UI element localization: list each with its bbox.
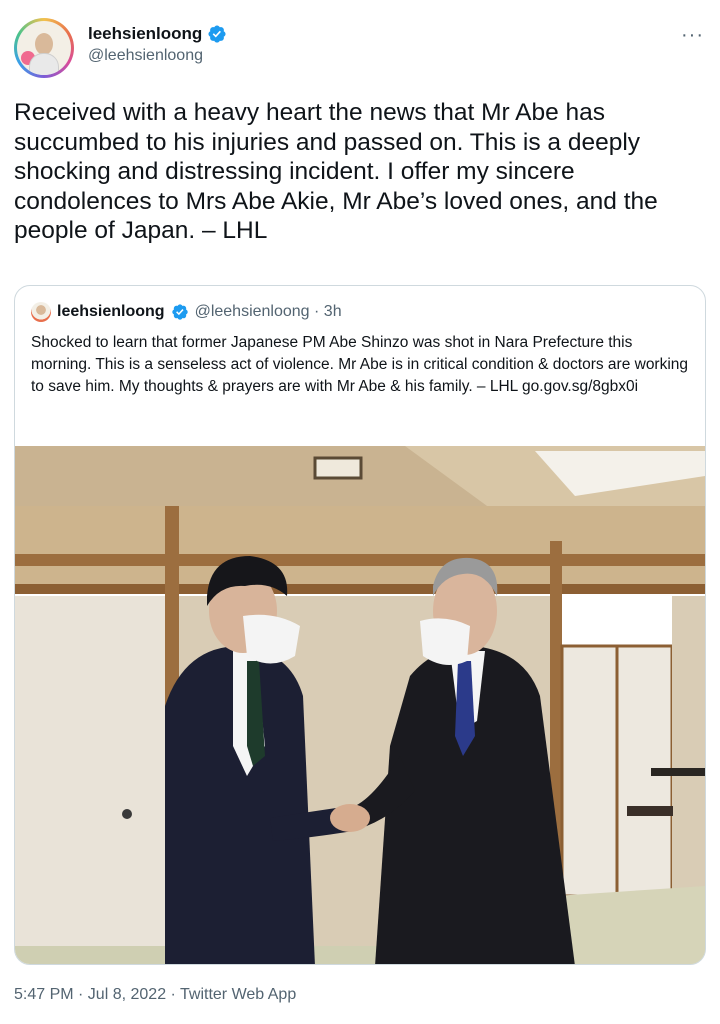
handshake xyxy=(330,804,370,832)
quoted-avatar xyxy=(31,302,51,322)
quoted-tweet-header: leehsienloong @leehsienloong · 3h xyxy=(31,302,342,322)
tweet-header: leehsienloong @leehsienloong ··· xyxy=(14,18,706,82)
stool xyxy=(627,806,673,816)
avatar-body xyxy=(29,53,59,75)
display-name[interactable]: leehsienloong xyxy=(88,24,202,44)
beam xyxy=(15,554,705,566)
low-table xyxy=(651,768,705,776)
beam xyxy=(15,584,705,594)
photo-illustration xyxy=(15,446,705,964)
avatar-face xyxy=(35,33,53,55)
display-name-row: leehsienloong xyxy=(88,24,227,44)
quoted-display-name: leehsienloong xyxy=(57,303,165,320)
upper-wall xyxy=(15,506,705,586)
sliding-door xyxy=(560,644,619,898)
ceiling-light xyxy=(313,456,363,480)
quoted-tweet[interactable]: leehsienloong @leehsienloong · 3h Shocke… xyxy=(14,285,706,965)
quoted-handle-time: @leehsienloong · 3h xyxy=(194,303,342,320)
profile-avatar[interactable] xyxy=(14,18,74,78)
sliding-door xyxy=(15,596,165,946)
tweet-text: Received with a heavy heart the news tha… xyxy=(14,99,658,244)
side-wall xyxy=(672,596,705,896)
more-options-icon[interactable]: ··· xyxy=(681,24,704,47)
tweet-photo[interactable] xyxy=(15,446,705,964)
tweet-timestamp[interactable]: 5:47 PM · Jul 8, 2022 · Twitter Web App xyxy=(14,986,296,1004)
verified-badge-icon xyxy=(208,25,226,43)
door-handle xyxy=(122,809,132,819)
avatar-image xyxy=(17,21,71,75)
author-handle[interactable]: @leehsienloong xyxy=(88,47,227,65)
verified-badge-icon xyxy=(171,304,188,320)
quoted-tweet-text: Shocked to learn that former Japanese PM… xyxy=(31,334,689,395)
author-names: leehsienloong @leehsienloong xyxy=(88,24,227,65)
